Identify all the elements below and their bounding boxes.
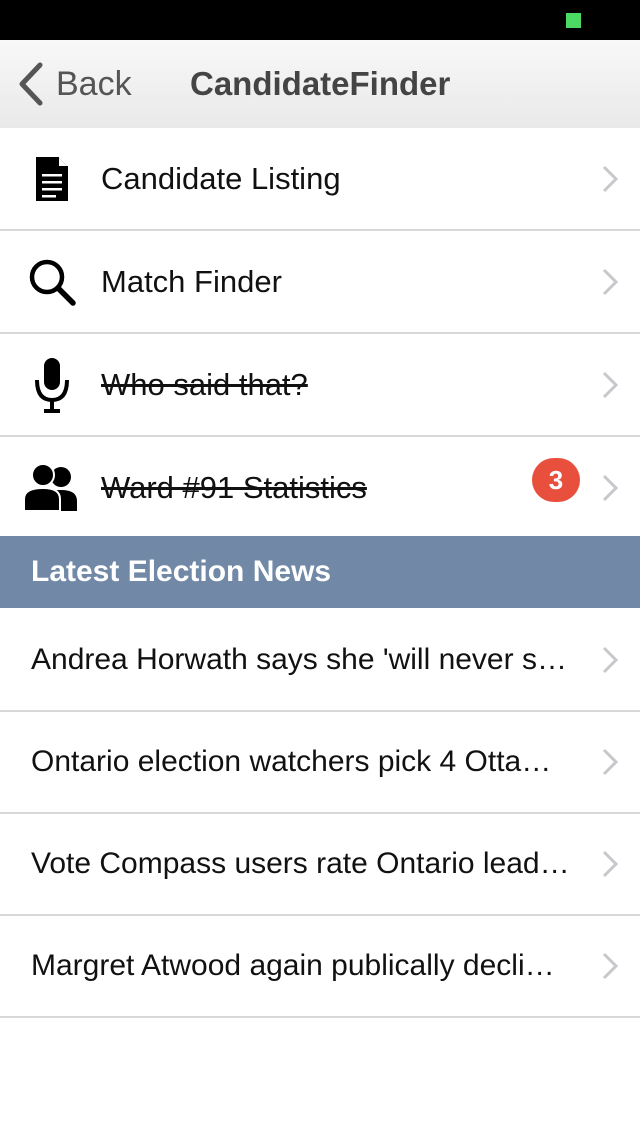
news-item[interactable]: Vote Compass users rate Ontario lead… <box>0 814 640 916</box>
back-label: Back <box>56 64 132 103</box>
section-title: Latest Election News <box>31 555 332 588</box>
menu-item-match-finder[interactable]: Match Finder <box>0 231 640 334</box>
chevron-right-icon <box>602 952 618 980</box>
chevron-right-icon <box>602 268 618 296</box>
news-item[interactable]: Margret Atwood again publically decli… <box>0 916 640 1018</box>
news-item[interactable]: Andrea Horwath says she 'will never s… <box>0 610 640 712</box>
menu-item-label: Who said that? <box>101 367 308 402</box>
news-headline: Andrea Horwath says she 'will never s… <box>31 643 567 676</box>
section-header: Latest Election News <box>0 536 640 608</box>
chevron-right-icon <box>602 646 618 674</box>
chevron-right-icon <box>602 850 618 878</box>
chevron-right-icon <box>602 371 618 399</box>
chevron-right-icon <box>602 474 618 502</box>
menu-item-candidate-listing[interactable]: Candidate Listing <box>0 128 640 231</box>
menu-list: Candidate Listing Match Finder Who said … <box>0 128 640 540</box>
menu-item-label: Candidate Listing <box>101 161 341 196</box>
search-icon <box>20 253 84 311</box>
news-list: Andrea Horwath says she 'will never s… O… <box>0 610 640 1018</box>
notification-badge: 3 <box>532 458 580 502</box>
chevron-right-icon <box>602 165 618 193</box>
page-title: CandidateFinder <box>190 65 451 102</box>
chevron-left-icon <box>19 62 43 106</box>
chevron-right-icon <box>602 748 618 776</box>
people-icon <box>20 459 84 517</box>
menu-item-ward-statistics[interactable]: Ward #91 Statistics 3 <box>0 437 640 540</box>
battery-icon <box>566 13 581 28</box>
news-headline: Margret Atwood again publically decli… <box>31 949 555 982</box>
news-headline: Vote Compass users rate Ontario lead… <box>31 847 570 880</box>
navigation-bar: Back CandidateFinder <box>0 40 640 129</box>
document-icon <box>20 150 84 208</box>
news-headline: Ontario election watchers pick 4 Otta… <box>31 745 552 778</box>
status-bar <box>0 0 640 40</box>
menu-item-label: Match Finder <box>101 264 282 299</box>
back-button[interactable]: Back <box>16 40 132 128</box>
news-item[interactable]: Ontario election watchers pick 4 Otta… <box>0 712 640 814</box>
microphone-icon <box>20 356 84 414</box>
menu-item-who-said-that[interactable]: Who said that? <box>0 334 640 437</box>
menu-item-label: Ward #91 Statistics <box>101 470 367 505</box>
